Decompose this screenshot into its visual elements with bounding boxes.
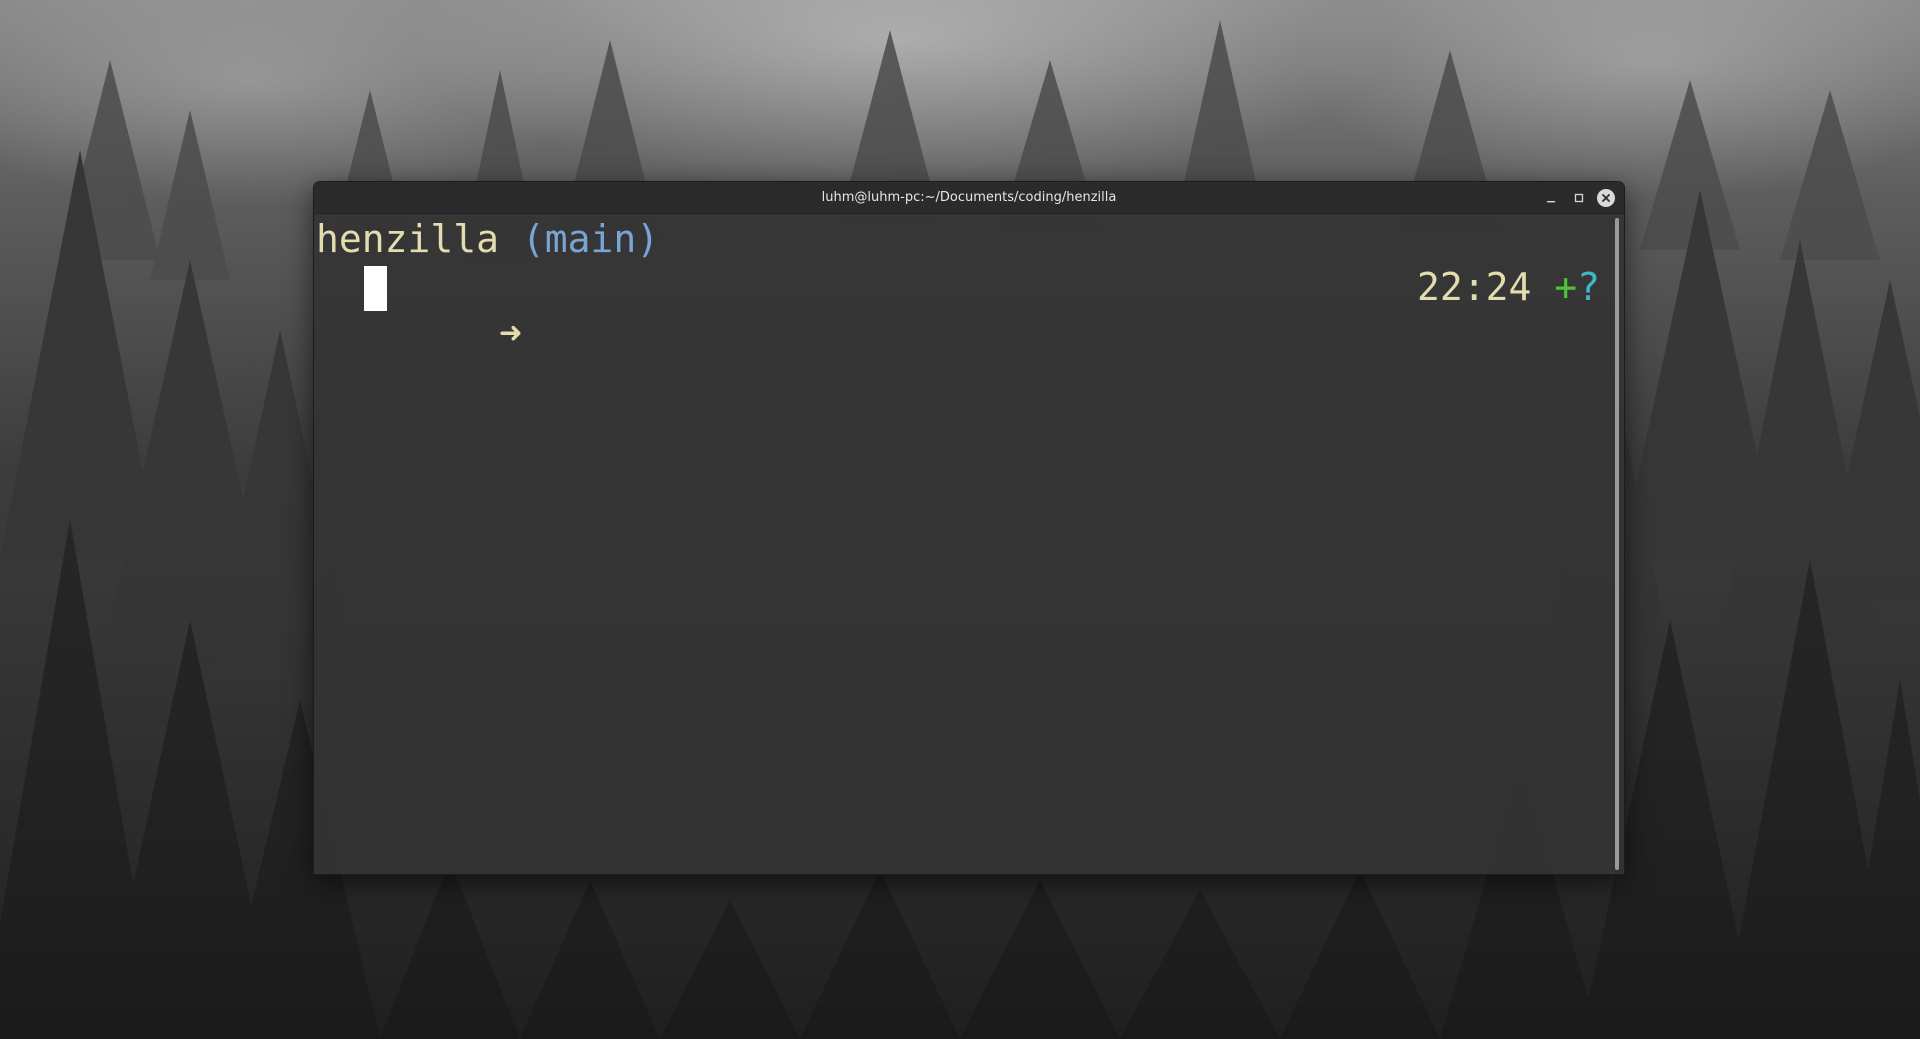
minimize-button[interactable] xyxy=(1541,188,1561,208)
prompt-header-line: henzilla (main) xyxy=(316,217,659,261)
prompt-time: 22:24 xyxy=(1416,265,1532,309)
terminal-window[interactable]: luhm@luhm-pc:~/Documents/coding/henzilla… xyxy=(314,182,1624,874)
right-prompt: 22:24 +? xyxy=(1417,264,1600,310)
close-icon xyxy=(1602,194,1610,202)
terminal-scrollbar[interactable] xyxy=(1615,218,1619,870)
maximize-button[interactable] xyxy=(1569,188,1589,208)
close-button[interactable] xyxy=(1597,189,1615,207)
prompt-input-line[interactable]: ➜ xyxy=(316,264,522,355)
git-staged-indicator: + xyxy=(1554,265,1578,309)
window-titlebar[interactable]: luhm@luhm-pc:~/Documents/coding/henzilla xyxy=(314,182,1624,214)
git-untracked-indicator: ? xyxy=(1577,265,1600,309)
prompt-git-branch: (main) xyxy=(521,217,660,261)
maximize-icon xyxy=(1574,193,1584,203)
minimize-icon xyxy=(1547,201,1555,203)
terminal-output[interactable]: henzilla (main) ➜ 22:24 +? xyxy=(314,214,1614,874)
text-cursor xyxy=(364,266,387,311)
desktop-wallpaper: luhm@luhm-pc:~/Documents/coding/henzilla… xyxy=(0,0,1920,1039)
prompt-directory: henzilla xyxy=(316,217,500,261)
prompt-arrow-icon: ➜ xyxy=(499,311,522,355)
window-title: luhm@luhm-pc:~/Documents/coding/henzilla xyxy=(821,190,1117,205)
